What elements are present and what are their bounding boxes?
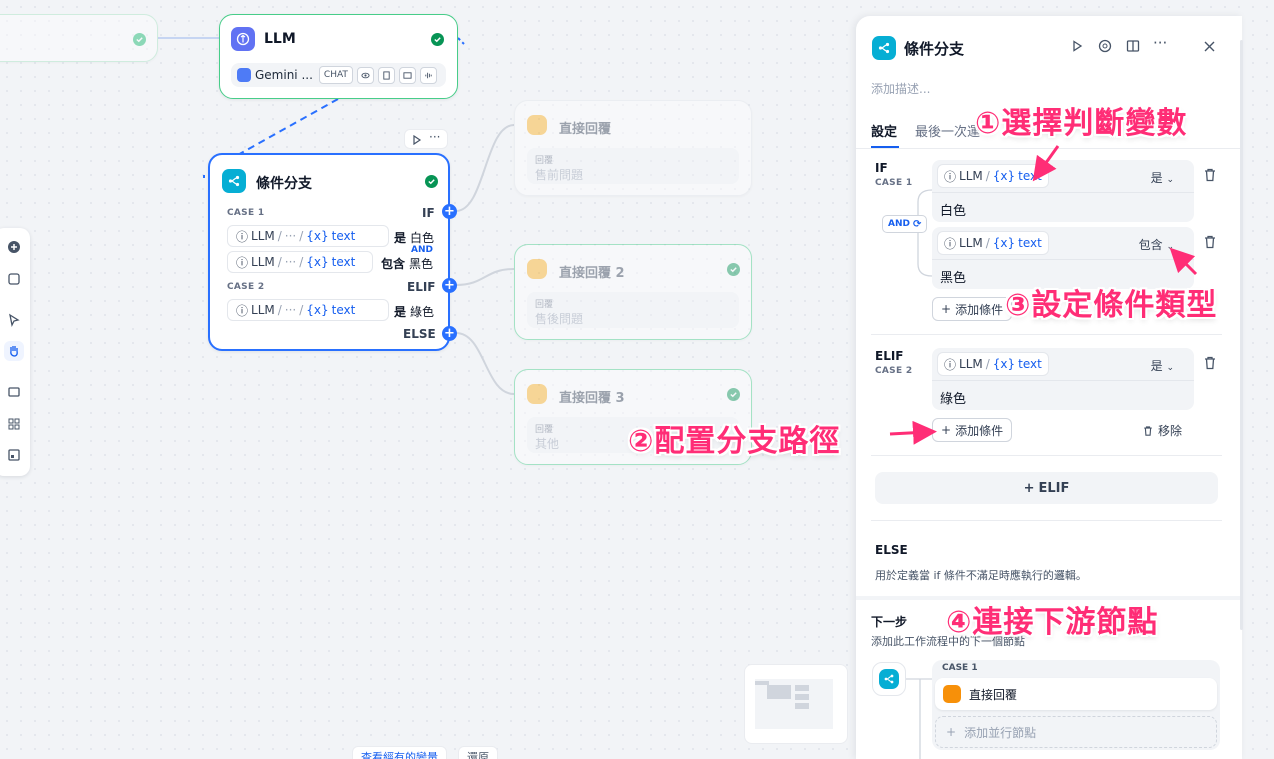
annotation-arrows [889, 145, 1198, 445]
